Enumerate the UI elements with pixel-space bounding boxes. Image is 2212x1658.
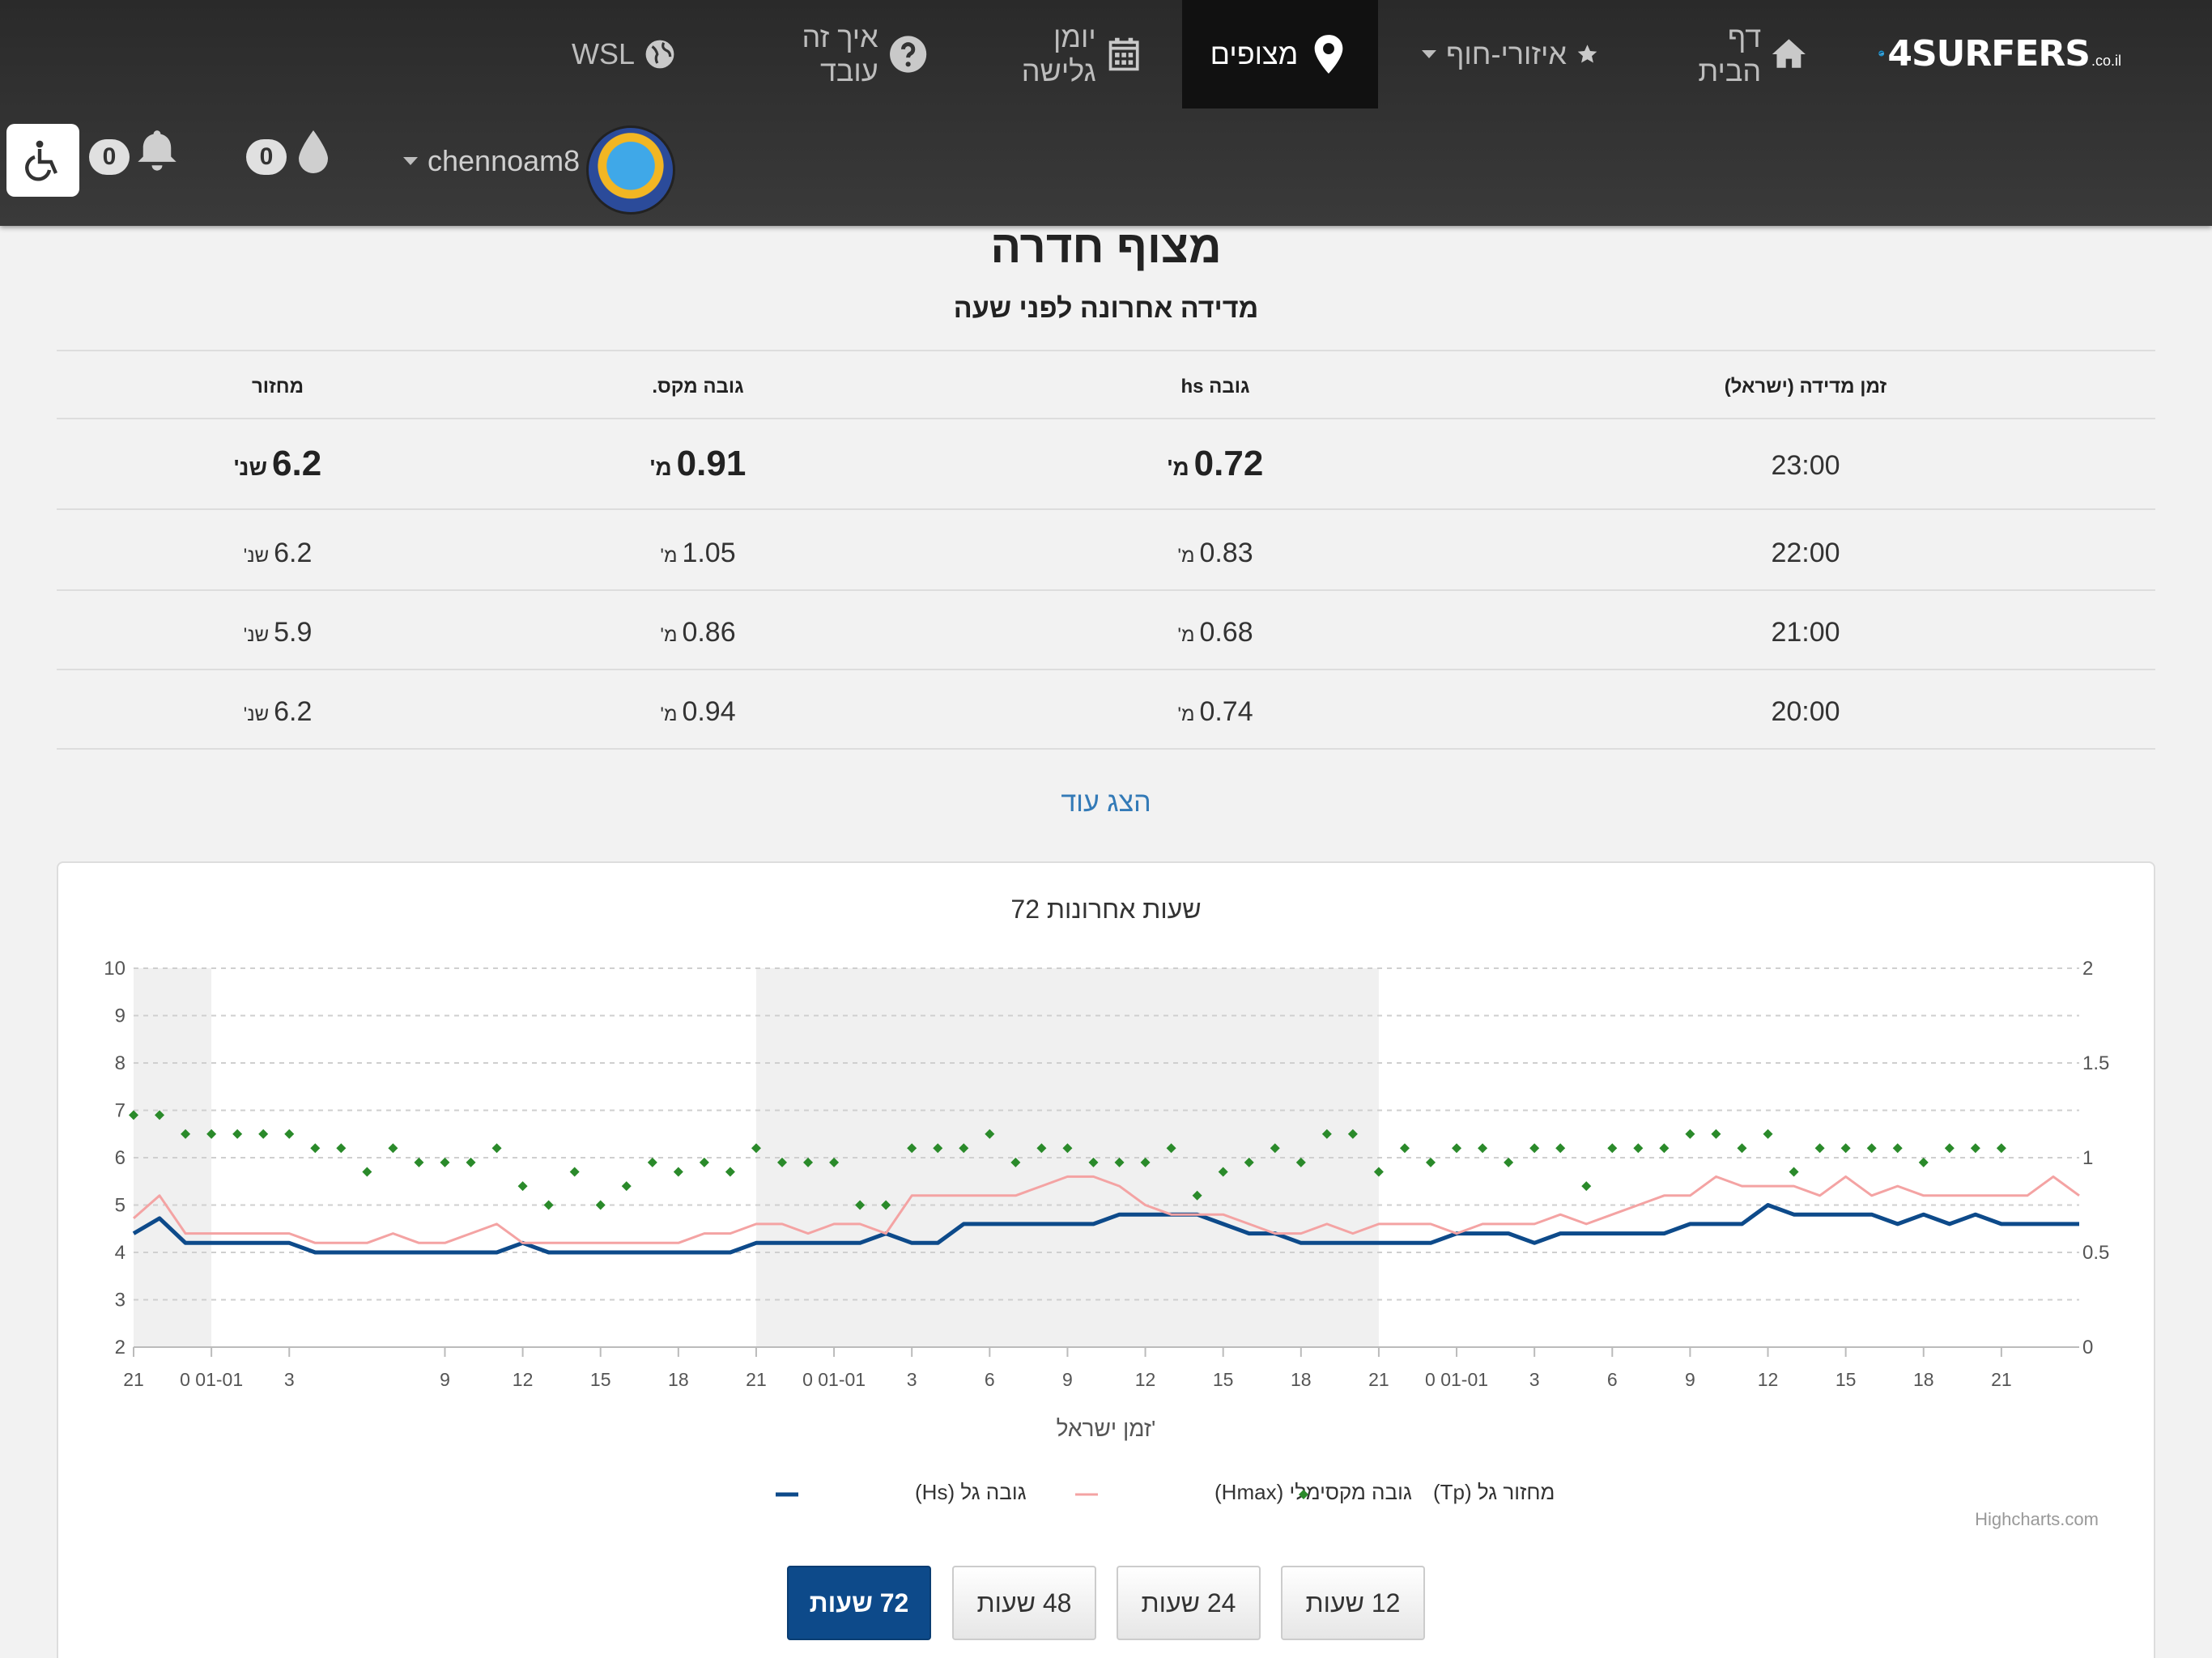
x-axis-tick-label: 12 xyxy=(1135,1369,1156,1390)
x-axis-tick-label: 18 xyxy=(1291,1369,1312,1390)
tp-data-point xyxy=(1944,1143,1955,1154)
left-axis-tick-label: 5 xyxy=(115,1195,125,1217)
tp-data-point xyxy=(1918,1157,1929,1167)
tp-data-point xyxy=(1504,1157,1514,1167)
range-buttons: 12 שעות 24 שעות 48 שעות 72 שעות xyxy=(0,1566,2212,1640)
tp-data-point xyxy=(647,1157,657,1167)
tp-data-point xyxy=(232,1129,243,1139)
x-axis-tick-label: 3 xyxy=(907,1369,917,1390)
x-axis-tick-label: 21 xyxy=(1991,1369,2012,1390)
left-axis-tick-label: 3 xyxy=(115,1290,125,1312)
x-axis-tick-label: 18 xyxy=(1913,1369,1934,1390)
tp-data-point xyxy=(491,1143,502,1154)
x-axis-tick-label: 21 xyxy=(746,1369,767,1390)
right-axis-tick-label: 1 xyxy=(2082,1147,2093,1169)
tp-data-point xyxy=(362,1167,372,1177)
x-axis-tick-label: 6 xyxy=(985,1369,995,1390)
tp-data-point xyxy=(1399,1143,1410,1154)
tp-data-point xyxy=(673,1167,683,1177)
left-axis-tick-label: 7 xyxy=(115,1100,125,1122)
x-axis-tick-label: 9 xyxy=(1062,1369,1073,1390)
x-axis-tick-label: 3 xyxy=(1529,1369,1540,1390)
tp-data-point xyxy=(1814,1143,1825,1154)
x-axis-tick-label: 12 xyxy=(1758,1369,1779,1390)
tp-data-point xyxy=(388,1143,398,1154)
tp-data-point xyxy=(1892,1143,1903,1154)
tp-data-point xyxy=(258,1129,269,1139)
x-axis-tick-label: 18 xyxy=(668,1369,689,1390)
tp-data-point xyxy=(414,1157,424,1167)
tp-data-point xyxy=(440,1157,450,1167)
range-12h-button[interactable]: 12 שעות xyxy=(1281,1566,1425,1640)
tp-data-point xyxy=(1452,1143,1462,1154)
x-axis-tick-label: 12 xyxy=(513,1369,534,1390)
x-axis-tick-label: 21 xyxy=(123,1369,144,1390)
tp-data-point xyxy=(1789,1167,1799,1177)
x-axis-title: זמן ישראל' xyxy=(1057,1416,1156,1441)
right-axis-tick-label: 0.5 xyxy=(2082,1242,2109,1264)
tp-data-point xyxy=(1633,1143,1644,1154)
tp-data-point xyxy=(1685,1129,1695,1139)
tp-data-point xyxy=(310,1143,321,1154)
tp-data-point xyxy=(466,1157,476,1167)
left-axis-tick-label: 9 xyxy=(115,1005,125,1027)
tp-data-point xyxy=(336,1143,347,1154)
range-24h-button[interactable]: 24 שעות xyxy=(1117,1566,1261,1640)
x-axis-tick-label: 9 xyxy=(440,1369,450,1390)
legend-hs-label: גובה גל (Hs) xyxy=(915,1480,1027,1504)
x-axis-tick-label: 21 xyxy=(1368,1369,1389,1390)
x-axis-tick-label: 15 xyxy=(590,1369,611,1390)
x-axis-tick-label: 6 xyxy=(1607,1369,1618,1390)
x-axis-tick-label: 15 xyxy=(1213,1369,1234,1390)
tp-data-point xyxy=(1529,1143,1540,1154)
tp-data-point xyxy=(569,1167,580,1177)
tp-data-point xyxy=(1996,1143,2006,1154)
chart-title: 72 שעות אחרונות xyxy=(1010,895,1201,924)
tp-data-point xyxy=(543,1200,554,1210)
x-axis-tick-label: 3 xyxy=(284,1369,295,1390)
tp-data-point xyxy=(1581,1181,1592,1192)
tp-data-point xyxy=(1763,1129,1773,1139)
tp-data-point xyxy=(517,1181,528,1192)
tp-data-point xyxy=(1711,1129,1721,1139)
legend-tp-label: מחזור גל (Tp) xyxy=(1433,1480,1555,1504)
x-axis-tick-label: 0 01-01 xyxy=(1425,1369,1488,1390)
tp-data-point xyxy=(1866,1143,1877,1154)
tp-data-point xyxy=(1659,1143,1670,1154)
tp-data-point xyxy=(1607,1143,1618,1154)
chart-credit: Highcharts.com xyxy=(1975,1509,2099,1529)
x-axis-tick-label: 15 xyxy=(1836,1369,1857,1390)
x-axis-tick-label: 0 01-01 xyxy=(802,1369,866,1390)
left-axis-tick-label: 8 xyxy=(115,1052,125,1074)
range-48h-button[interactable]: 48 שעות xyxy=(952,1566,1096,1640)
tp-data-point xyxy=(284,1129,295,1139)
left-axis-tick-label: 6 xyxy=(115,1147,125,1169)
wave-chart: 2 3 4 5 6 7 8 9 10 0 0.5 1 1.5 2 21 0 01-01 3 9 12 15 18 21 0 … xyxy=(104,895,2109,1529)
range-72h-button[interactable]: 72 שעות xyxy=(787,1566,931,1640)
tp-data-point xyxy=(1840,1143,1851,1154)
tp-data-point xyxy=(1478,1143,1488,1154)
left-axis-tick-label: 10 xyxy=(104,958,125,980)
right-axis-tick-label: 2 xyxy=(2082,958,2093,980)
legend-hmax-label: גובה מקסימלי (Hmax) xyxy=(1214,1480,1412,1504)
left-axis-tick-label: 4 xyxy=(115,1242,125,1264)
tp-data-point xyxy=(1737,1143,1747,1154)
right-axis-tick-label: 0 xyxy=(2082,1337,2093,1358)
tp-data-point xyxy=(1426,1157,1436,1167)
tp-data-point xyxy=(621,1181,632,1192)
tp-data-point xyxy=(725,1167,735,1177)
x-axis-tick-label: 9 xyxy=(1685,1369,1695,1390)
tp-data-point xyxy=(699,1157,709,1167)
right-axis-tick-label: 1.5 xyxy=(2082,1052,2109,1074)
x-axis-tick-label: 0 01-01 xyxy=(180,1369,243,1390)
left-axis-tick-label: 2 xyxy=(115,1337,125,1358)
tp-data-point xyxy=(595,1200,606,1210)
tp-data-point xyxy=(1555,1143,1566,1154)
tp-data-point xyxy=(1970,1143,1980,1154)
